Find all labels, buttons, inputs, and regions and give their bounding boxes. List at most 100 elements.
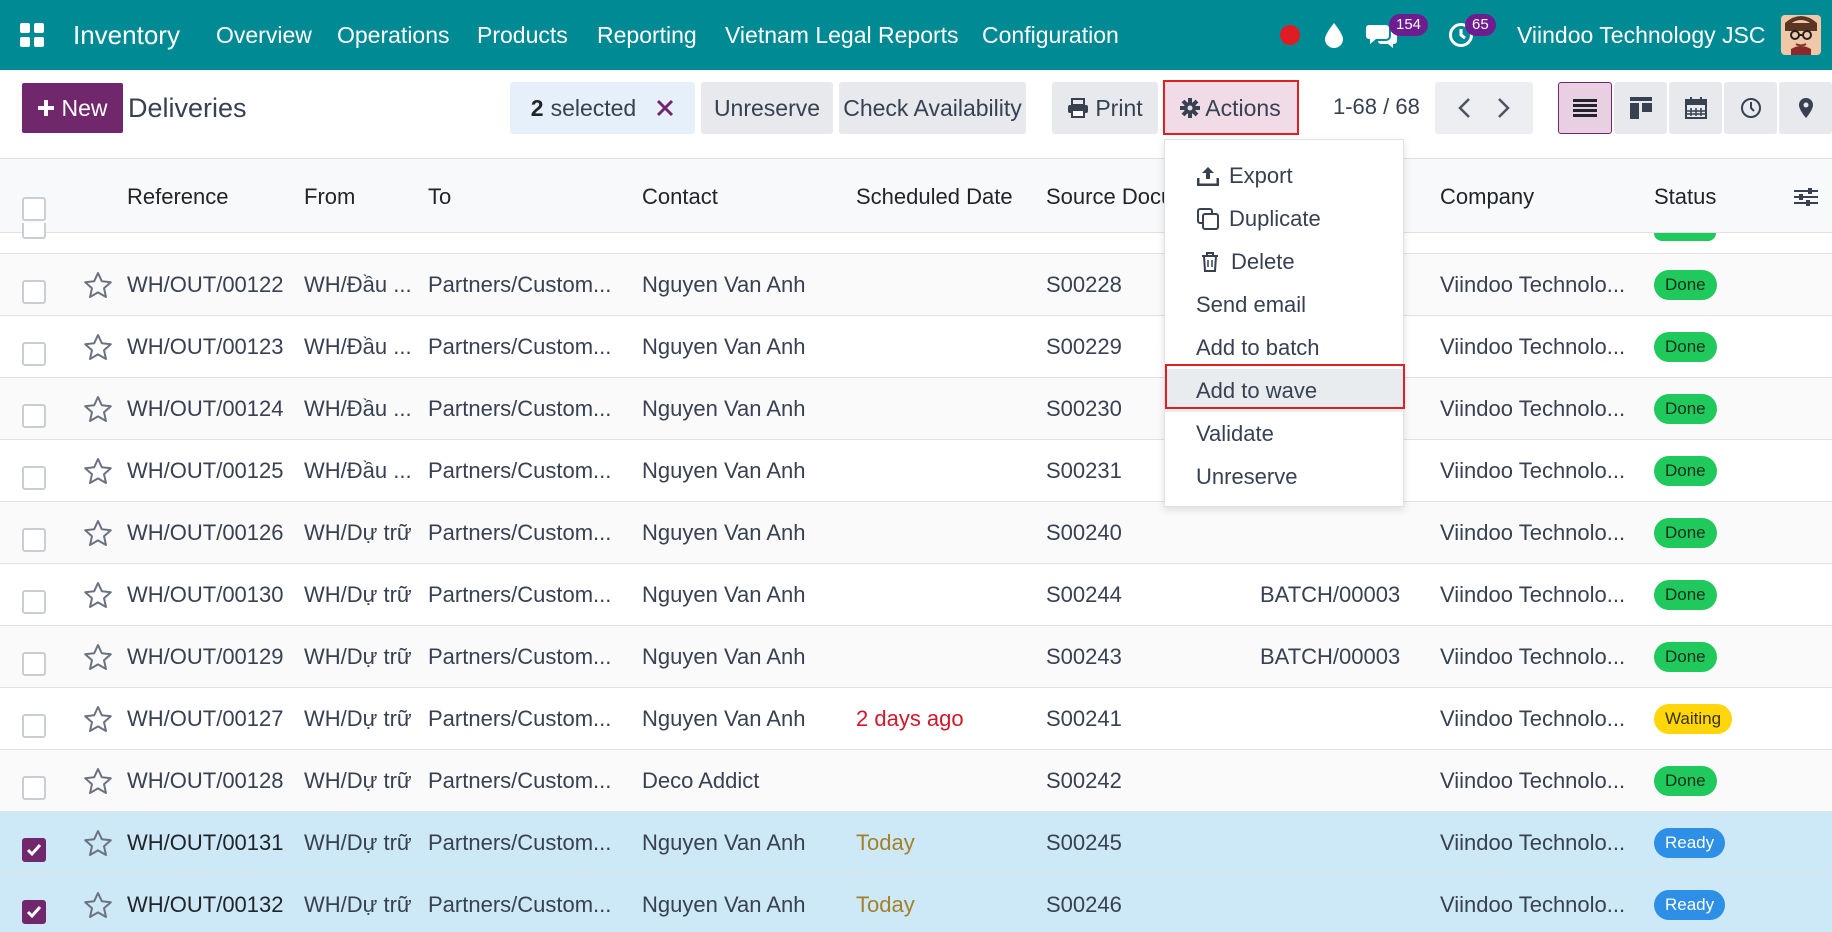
favorite-star-icon[interactable]	[83, 316, 113, 378]
menu-item-export[interactable]: Export	[1165, 154, 1403, 197]
cell-contact: Nguyen Van Anh	[642, 892, 806, 917]
chevron-left-icon[interactable]	[1457, 97, 1471, 119]
row-checkbox[interactable]	[22, 900, 46, 924]
cell-to: Partners/Custom...	[428, 892, 612, 917]
cell-to: Partners/Custom...	[428, 644, 612, 669]
actions-button-label: Actions	[1205, 94, 1281, 121]
cell-to: Partners/Custom...	[428, 582, 612, 607]
calendar-view-button[interactable]	[1669, 82, 1722, 134]
row-checkbox[interactable]	[22, 280, 46, 304]
cell-source-document: S00243	[1046, 644, 1122, 669]
kanban-view-icon	[1629, 97, 1652, 119]
menu-item-delete[interactable]: Delete	[1165, 240, 1403, 283]
cell-reference: WH/OUT/00131	[127, 830, 284, 855]
row-checkbox[interactable]	[22, 838, 46, 862]
user-avatar[interactable]	[1781, 0, 1821, 70]
cell-company: Viindoo Technolo...	[1440, 830, 1626, 855]
favorite-star-icon[interactable]	[83, 874, 113, 932]
cell-contact: Nguyen Van Anh	[642, 582, 806, 607]
row-checkbox[interactable]	[22, 223, 46, 239]
actions-button[interactable]: Actions	[1164, 82, 1297, 134]
cell-to: Partners/Custom...	[428, 396, 612, 421]
favorite-star-icon[interactable]	[83, 688, 113, 750]
status-badge: Ready	[1654, 890, 1726, 920]
table-row[interactable]: WH/OUT/00126 WH/Dự trữ Partners/Custom... N…	[0, 502, 1832, 564]
row-checkbox[interactable]	[22, 590, 46, 614]
pager-value[interactable]: 1-68 / 68	[1333, 90, 1420, 124]
menu-item-add-to-wave[interactable]: Add to wave	[1165, 369, 1403, 412]
favorite-star-icon[interactable]	[83, 378, 113, 440]
messages-icon[interactable]	[1366, 0, 1398, 70]
water-drop-icon[interactable]	[1323, 0, 1345, 70]
header-status[interactable]: Status	[1654, 159, 1716, 234]
menu-item-validate-label: Validate	[1196, 420, 1274, 446]
table-row[interactable]: WH/OUT/00128 WH/Dự trữ Partners/Custom... D…	[0, 750, 1832, 812]
header-reference[interactable]: Reference	[127, 159, 229, 234]
header-from[interactable]: From	[304, 159, 355, 234]
menu-reporting[interactable]: Reporting	[597, 0, 697, 70]
table-row[interactable]: WH/OUT/00123 WH/Đầu ... Partners/Custom...…	[0, 316, 1832, 378]
menu-item-validate[interactable]: Validate	[1165, 412, 1403, 455]
select-all-checkbox[interactable]	[22, 197, 46, 221]
activities-clock-icon[interactable]	[1448, 0, 1474, 70]
status-badge: Done	[1654, 270, 1717, 300]
list-view-button[interactable]	[1558, 82, 1612, 134]
cell-batch	[1260, 812, 1410, 874]
menu-vietnam-legal-reports[interactable]: Vietnam Legal Reports	[725, 0, 959, 70]
header-source-document[interactable]: Source Docu	[1046, 159, 1173, 234]
header-company[interactable]: Company	[1440, 159, 1534, 234]
menu-operations[interactable]: Operations	[337, 0, 450, 70]
check-availability-button[interactable]: Check Availability	[839, 82, 1026, 134]
cell-scheduled-date: Today	[856, 830, 915, 855]
apps-menu-icon[interactable]	[18, 0, 46, 70]
menu-products[interactable]: Products	[477, 0, 568, 70]
record-dot-icon[interactable]	[1279, 0, 1301, 70]
table-row[interactable]: WH/OUT/00125 WH/Đầu ... Partners/Custom...…	[0, 440, 1832, 502]
app-name[interactable]: Inventory	[73, 0, 180, 70]
company-switcher[interactable]: Viindoo Technology JSC	[1517, 0, 1766, 70]
row-checkbox[interactable]	[22, 776, 46, 800]
table-row[interactable]: WH/OUT/00122 WH/Đầu ... Partners/Custom...…	[0, 254, 1832, 316]
row-checkbox[interactable]	[22, 652, 46, 676]
table-row[interactable]: WH/OUT/00129 WH/Dự trữ Partners/Custom... N…	[0, 626, 1832, 688]
optional-columns-icon[interactable]	[1794, 159, 1818, 234]
menu-item-add-to-batch[interactable]: Add to batch	[1165, 326, 1403, 369]
row-checkbox[interactable]	[22, 528, 46, 552]
clear-selection-icon[interactable]	[656, 99, 674, 117]
cell-from: WH/Dự trữ	[304, 892, 411, 917]
menu-overview[interactable]: Overview	[216, 0, 312, 70]
activity-view-button[interactable]	[1724, 82, 1777, 134]
row-checkbox[interactable]	[22, 714, 46, 738]
new-button[interactable]: New	[22, 83, 123, 133]
table-row[interactable]: WH/OUT/00127 WH/Dự trữ Partners/Custom... N…	[0, 688, 1832, 750]
row-checkbox[interactable]	[22, 404, 46, 428]
menu-item-unreserve[interactable]: Unreserve	[1165, 455, 1403, 498]
kanban-view-button[interactable]	[1614, 82, 1667, 134]
favorite-star-icon[interactable]	[83, 626, 113, 688]
unreserve-button[interactable]: Unreserve	[701, 82, 833, 134]
map-view-button[interactable]	[1779, 82, 1832, 134]
header-scheduled-date[interactable]: Scheduled Date	[856, 159, 1013, 234]
favorite-star-icon[interactable]	[83, 502, 113, 564]
cell-from: WH/Đầu ...	[304, 334, 411, 359]
menu-item-send-email[interactable]: Send email	[1165, 283, 1403, 326]
menu-item-unreserve-label: Unreserve	[1196, 463, 1298, 489]
row-checkbox[interactable]	[22, 466, 46, 490]
header-contact[interactable]: Contact	[642, 159, 718, 234]
row-checkbox[interactable]	[22, 342, 46, 366]
menu-item-duplicate[interactable]: Duplicate	[1165, 197, 1403, 240]
favorite-star-icon[interactable]	[83, 750, 113, 812]
favorite-star-icon[interactable]	[83, 812, 113, 874]
cell-from: WH/Dự trữ	[304, 520, 411, 545]
table-row[interactable]: WH/OUT/00130 WH/Dự trữ Partners/Custom... N…	[0, 564, 1832, 626]
menu-configuration[interactable]: Configuration	[982, 0, 1119, 70]
favorite-star-icon[interactable]	[83, 564, 113, 626]
header-to[interactable]: To	[428, 159, 451, 234]
favorite-star-icon[interactable]	[83, 254, 113, 316]
table-row[interactable]: WH/OUT/00131 WH/Dự trữ Partners/Custom... N…	[0, 812, 1832, 874]
favorite-star-icon[interactable]	[83, 440, 113, 502]
table-row[interactable]: WH/OUT/00124 WH/Đầu ... Partners/Custom...…	[0, 378, 1832, 440]
table-row[interactable]: WH/OUT/00132 WH/Dự trữ Partners/Custom... N…	[0, 874, 1832, 932]
chevron-right-icon[interactable]	[1497, 97, 1511, 119]
print-button[interactable]: Print	[1052, 82, 1158, 134]
